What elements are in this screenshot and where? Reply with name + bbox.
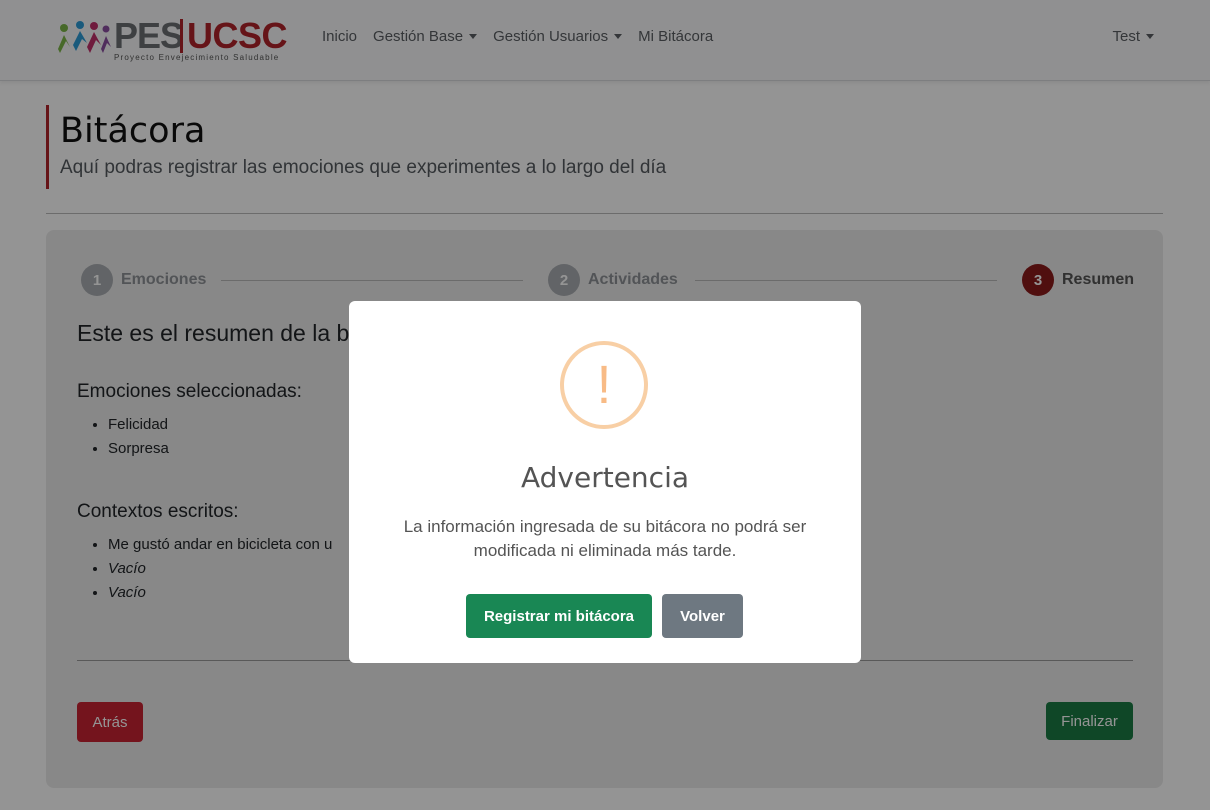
warning-icon: ! xyxy=(560,341,648,429)
dialog-title: Advertencia xyxy=(520,461,690,494)
volver-button[interactable]: Volver xyxy=(662,594,743,638)
warning-icon-glyph: ! xyxy=(596,355,612,415)
warning-dialog: ! Advertencia La información ingresada d… xyxy=(349,301,861,663)
dialog-message: La información ingresada de su bitácora … xyxy=(403,517,807,560)
register-logbook-button[interactable]: Registrar mi bitácora xyxy=(466,594,652,638)
